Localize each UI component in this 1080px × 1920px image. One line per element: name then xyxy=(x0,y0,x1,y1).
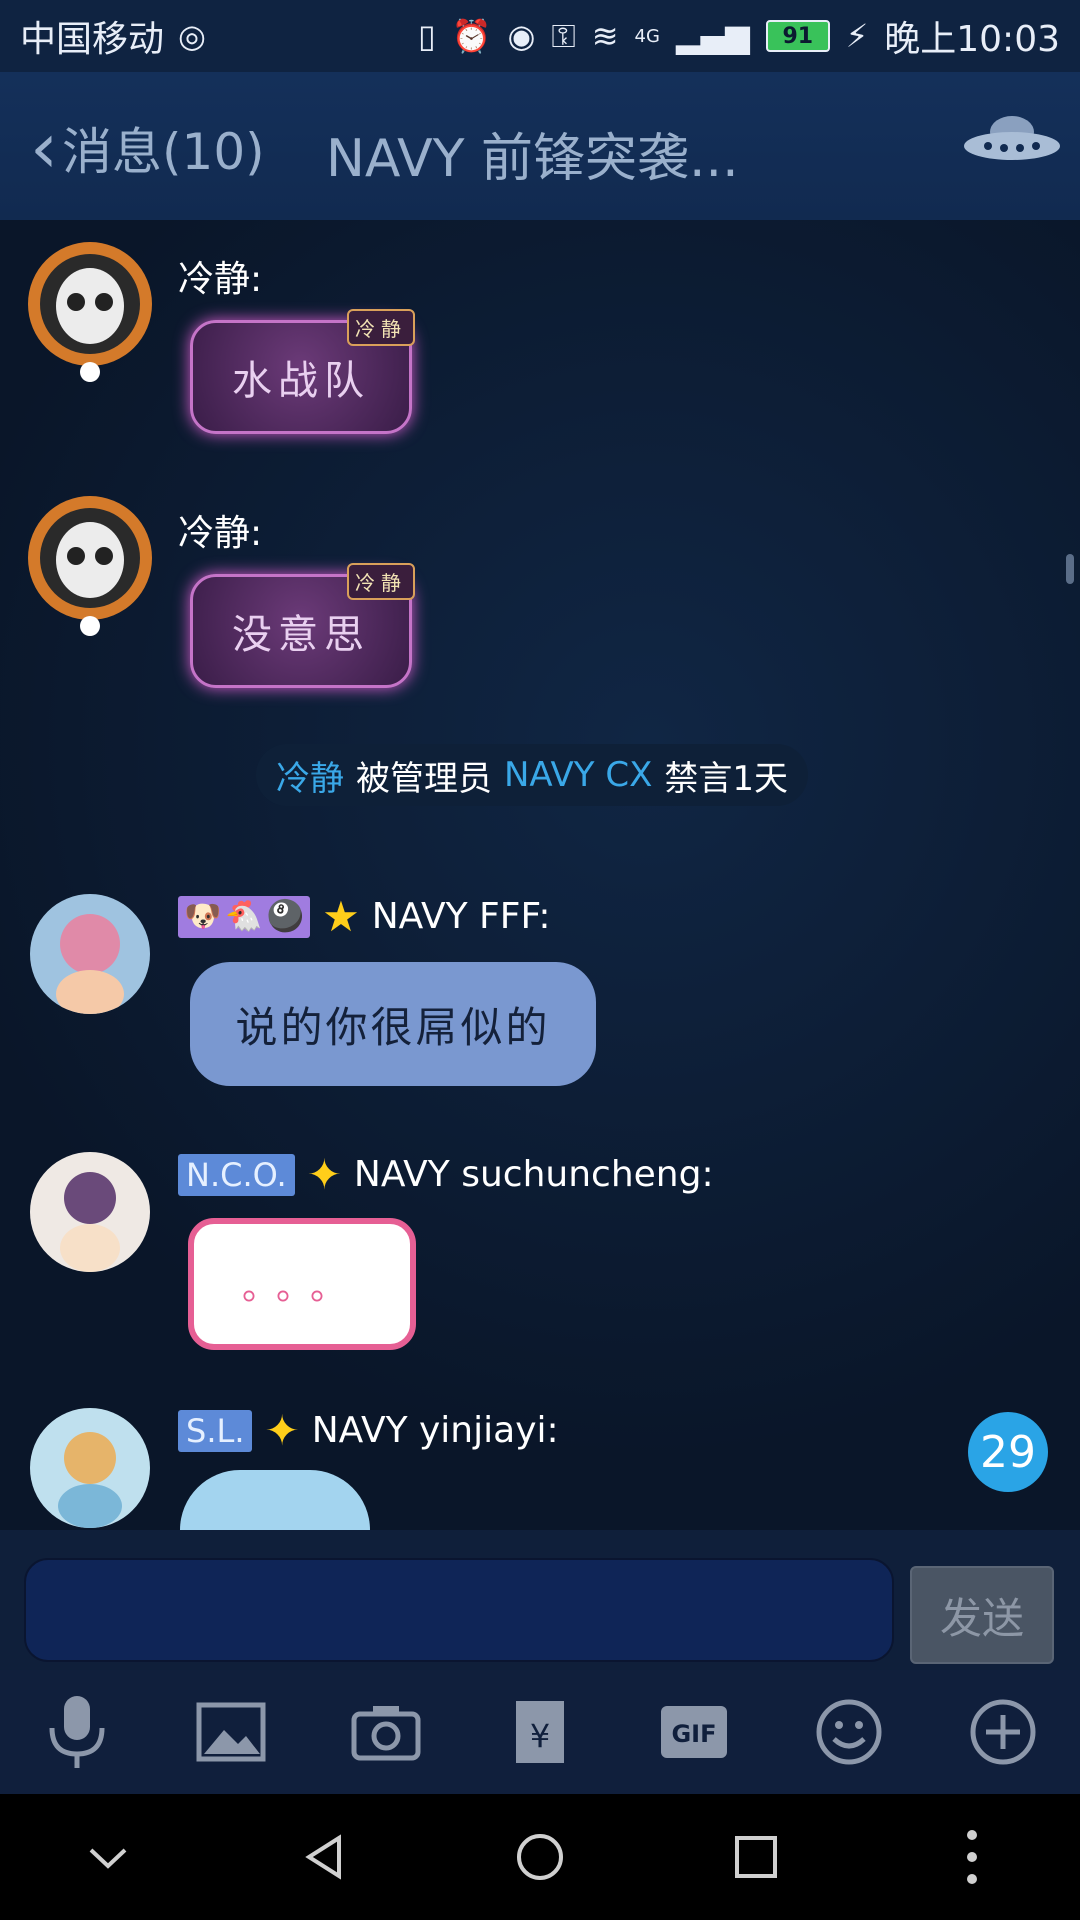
message-text: 。。。 xyxy=(241,1267,362,1308)
scrollbar[interactable] xyxy=(1066,554,1074,584)
avatar[interactable] xyxy=(30,1408,150,1528)
network-type: 4G xyxy=(634,25,660,47)
message-bubble[interactable]: 说的你很屌似的 xyxy=(190,962,596,1086)
notice-admin[interactable]: NAVY CX xyxy=(504,755,652,795)
gif-label: GIF xyxy=(672,1720,717,1748)
sender-name: 冷静: xyxy=(178,259,263,300)
plus-icon[interactable] xyxy=(963,1692,1043,1772)
dog-icon: 🐶 xyxy=(184,899,222,934)
signal-icon: ▂▄▆ xyxy=(675,17,750,55)
composer-bar: 发送 xyxy=(0,1530,1080,1670)
notice-user[interactable]: 冷静 xyxy=(276,751,344,800)
sender-line: N.C.O. ✦ NAVY suchuncheng: xyxy=(178,1150,714,1199)
back-label: 消息(10) xyxy=(62,123,265,181)
ufo-icon[interactable] xyxy=(962,110,1062,170)
sender-name: NAVY yinjiayi: xyxy=(311,1410,559,1451)
system-notice: 冷静 被管理员 NAVY CX 禁言1天 xyxy=(256,744,809,806)
vibrate-icon: ▯ xyxy=(418,17,436,55)
send-button[interactable]: 发送 xyxy=(910,1566,1054,1664)
recents-nav-icon[interactable] xyxy=(716,1817,796,1897)
avatar[interactable] xyxy=(30,894,150,1014)
sender-line: S.L. ✦ NAVY yinjiayi: xyxy=(178,1406,559,1455)
medal-badges: 🐶 🐔 🎱 xyxy=(178,895,311,938)
chat-title: NAVY 前锋突袭... xyxy=(326,129,739,189)
gif-icon[interactable]: GIF xyxy=(654,1692,734,1772)
diamond-star-icon: ✦ xyxy=(264,1406,300,1455)
avatar[interactable] xyxy=(30,1152,150,1272)
system-nav-bar xyxy=(0,1794,1080,1920)
wifi-icon: ≋ xyxy=(591,17,619,55)
emoji-icon[interactable] xyxy=(809,1692,889,1772)
star-icon: ★ xyxy=(322,892,360,941)
avatar[interactable] xyxy=(20,478,160,638)
back-button[interactable]: ‹ 消息(10) xyxy=(30,112,265,184)
hide-keyboard-icon[interactable] xyxy=(68,1817,148,1897)
diamond-star-icon: ✦ xyxy=(306,1150,342,1199)
rank-tag: S.L. xyxy=(178,1409,253,1452)
notice-middle: 被管理员 xyxy=(356,758,492,799)
clock: 晚上10:03 xyxy=(884,19,1060,60)
charging-icon: ⚡ xyxy=(845,17,869,55)
avatar[interactable] xyxy=(20,224,160,384)
bubble-badge: 冷静 xyxy=(347,309,415,346)
chicken-icon: 🐔 xyxy=(225,899,263,934)
composer-toolbar: ¥ GIF xyxy=(0,1670,1080,1794)
sync-icon: ◎ xyxy=(178,17,206,55)
camera-icon[interactable] xyxy=(346,1692,426,1772)
message-text: 水战队 xyxy=(232,358,370,404)
message-text: 没意思 xyxy=(232,612,370,658)
notice-action: 禁言1天 xyxy=(664,758,789,799)
message-input[interactable] xyxy=(24,1558,894,1662)
unread-count-badge[interactable]: 29 xyxy=(968,1412,1048,1492)
chat-header: ‹ 消息(10) NAVY 前锋突袭... xyxy=(0,72,1080,221)
message-bubble[interactable]: 。。。 xyxy=(188,1218,416,1350)
sender-line: 🐶 🐔 🎱 ★ NAVY FFF: xyxy=(178,892,551,941)
home-nav-icon[interactable] xyxy=(500,1817,580,1897)
eye-icon: ◉ xyxy=(507,17,536,55)
key-icon: ⚿ xyxy=(551,16,576,55)
eight-ball-icon: 🎱 xyxy=(266,899,305,934)
back-nav-icon[interactable] xyxy=(284,1817,364,1897)
sender-name: NAVY FFF: xyxy=(371,896,551,937)
more-options-icon[interactable] xyxy=(932,1817,1012,1897)
chevron-left-icon: ‹ xyxy=(30,107,58,189)
message-bubble[interactable]: 冷静 水战队 xyxy=(190,309,415,434)
sender-name: 冷静: xyxy=(178,513,263,554)
message-text: 说的你很屌似的 xyxy=(235,1002,551,1052)
rank-tag: N.C.O. xyxy=(178,1153,295,1196)
bubble-badge: 冷静 xyxy=(347,563,415,600)
carrier-label: 中国移动 xyxy=(20,19,165,60)
red-packet-icon[interactable]: ¥ xyxy=(500,1692,580,1772)
battery-icon: 91 xyxy=(765,20,830,52)
status-bar: 中国移动 ◎ ▯ ⏰ ◉ ⚿ ≋ 4G ▂▄▆ 91 ⚡ 晚上10:03 xyxy=(0,0,1080,72)
svg-text:¥: ¥ xyxy=(530,1717,550,1755)
message-bubble[interactable]: …… xyxy=(180,1470,370,1530)
alarm-icon: ⏰ xyxy=(451,17,492,55)
chat-area[interactable]: 冷静: 冷静 水战队 冷静: 冷静 没意思 冷静 被管理员 NAVY CX 禁言… xyxy=(0,220,1080,1530)
microphone-icon[interactable] xyxy=(37,1692,117,1772)
sender-name: NAVY suchuncheng: xyxy=(353,1154,714,1195)
message-bubble[interactable]: 冷静 没意思 xyxy=(190,563,415,688)
image-icon[interactable] xyxy=(191,1692,271,1772)
